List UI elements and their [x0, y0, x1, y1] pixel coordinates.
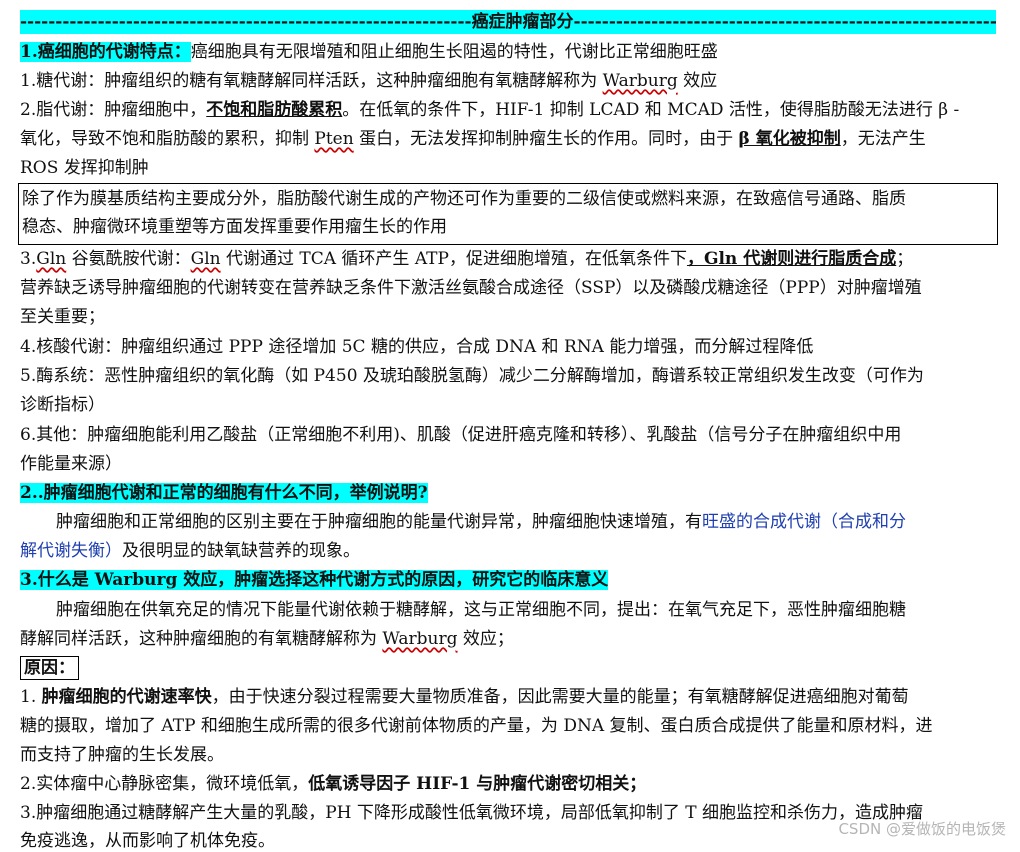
- answer-3-line-1: 肿瘤细胞在供氧充足的情况下能量代谢依赖于糖酵解，这与正常细胞不同，提出：在氧气充…: [56, 600, 906, 620]
- note-line-2: 稳态、肿瘤微环境重塑等方面发挥重要作用瘤生长的作用: [22, 217, 447, 237]
- para-gln: 3.Gln 谷氨酰胺代谢：Gln 代谢通过 TCA 循环产生 ATP，促进细胞增…: [20, 249, 914, 269]
- reason-1-line-1: 1. 肿瘤细胞的代谢速率快，由于快速分裂过程需要大量物质准备，因此需要大量的能量…: [20, 687, 909, 707]
- para-nucleic: 4.核酸代谢：肿瘤组织通过 PPP 途径增加 5C 糖的供应，合成 DNA 和 …: [20, 337, 814, 357]
- reason-3-line-1: 3.肿瘤细胞通过糖酵解产生大量的乳酸，PH 下降形成酸性低氧微环境，局部低氧抑制…: [20, 803, 924, 823]
- para-other-2: 作能量来源）: [20, 454, 122, 474]
- heading-1: 1.癌细胞的代谢特点：癌细胞具有无限增殖和阻止细胞生长阻遏的特性，代谢比正常细胞…: [20, 42, 718, 62]
- para-enzyme-2: 诊断指标）: [20, 395, 105, 415]
- answer-2-line-2: 解代谢失衡）及很明显的缺氧缺营养的现象。: [20, 541, 360, 561]
- para-sugar: 1.糖代谢：肿瘤组织的糖有氧糖酵解同样活跃，这种肿瘤细胞有氧糖酵解称为 Warb…: [20, 71, 718, 91]
- answer-3-line-2: 酵解同样活跃，这种肿瘤细胞的有氧糖酵解称为 Warburg 效应；: [20, 629, 514, 649]
- reason-1-line-3: 而支持了肿瘤的生长发展。: [20, 745, 224, 765]
- para-enzyme-1: 5.酶系统：恶性肿瘤组织的氧化酶（如 P450 及琥珀酸脱氢酶）减少二分解酶增加…: [20, 366, 924, 386]
- watermark: CSDN @爱做饭的电饭煲: [838, 820, 1006, 838]
- document-page: ----------------------------------------…: [0, 0, 1020, 851]
- para-nutrient-2: 至关重要；: [20, 307, 105, 327]
- para-lipid-3: ROS 发挥抑制肿: [20, 158, 149, 178]
- reason-3-line-2: 免疫逃逸，从而影响了机体免疫。: [20, 831, 275, 851]
- section-banner: ----------------------------------------…: [20, 10, 996, 34]
- para-other-1: 6.其他：肿瘤细胞能利用乙酸盐（正常细胞不利用)、肌酸（促进肝癌克隆和转移）、乳…: [20, 425, 902, 445]
- reason-label: 原因：: [20, 656, 79, 680]
- reason-2: 2.实体瘤中心静脉密集，微环境低氧，低氧诱导因子 HIF-1 与肿瘤代谢密切相关…: [20, 774, 647, 794]
- para-lipid-2: 氧化，导致不饱和脂肪酸的累积，抑制 Pten 蛋白，无法发挥抑制肿瘤生长的作用。…: [20, 129, 926, 149]
- answer-2-line-1: 肿瘤细胞和正常细胞的区别主要在于肿瘤细胞的能量代谢异常，肿瘤细胞快速增殖，有旺盛…: [56, 512, 906, 532]
- note-line-1: 除了作为膜基质结构主要成分外，脂肪酸代谢生成的产物还可作为重要的二级信使或燃料来…: [22, 189, 906, 209]
- heading-2: 2..肿瘤细胞代谢和正常的细胞有什么不同，举例说明?: [20, 483, 428, 503]
- reason-1-line-2: 糖的摄取，增加了 ATP 和细胞生成所需的很多代谢前体物质的产量，为 DNA 复…: [20, 716, 933, 736]
- heading-3: 3.什么是 Warburg 效应，肿瘤选择这种代谢方式的原因，研究它的临床意义: [20, 570, 609, 590]
- para-nutrient-1: 营养缺乏诱导肿瘤细胞的代谢转变在营养缺乏条件下激活丝氨酸合成途径（SSP）以及磷…: [20, 278, 922, 298]
- para-lipid-1: 2.脂代谢：肿瘤细胞中，不饱和脂肪酸累积。在低氧的条件下，HIF-1 抑制 LC…: [20, 100, 960, 120]
